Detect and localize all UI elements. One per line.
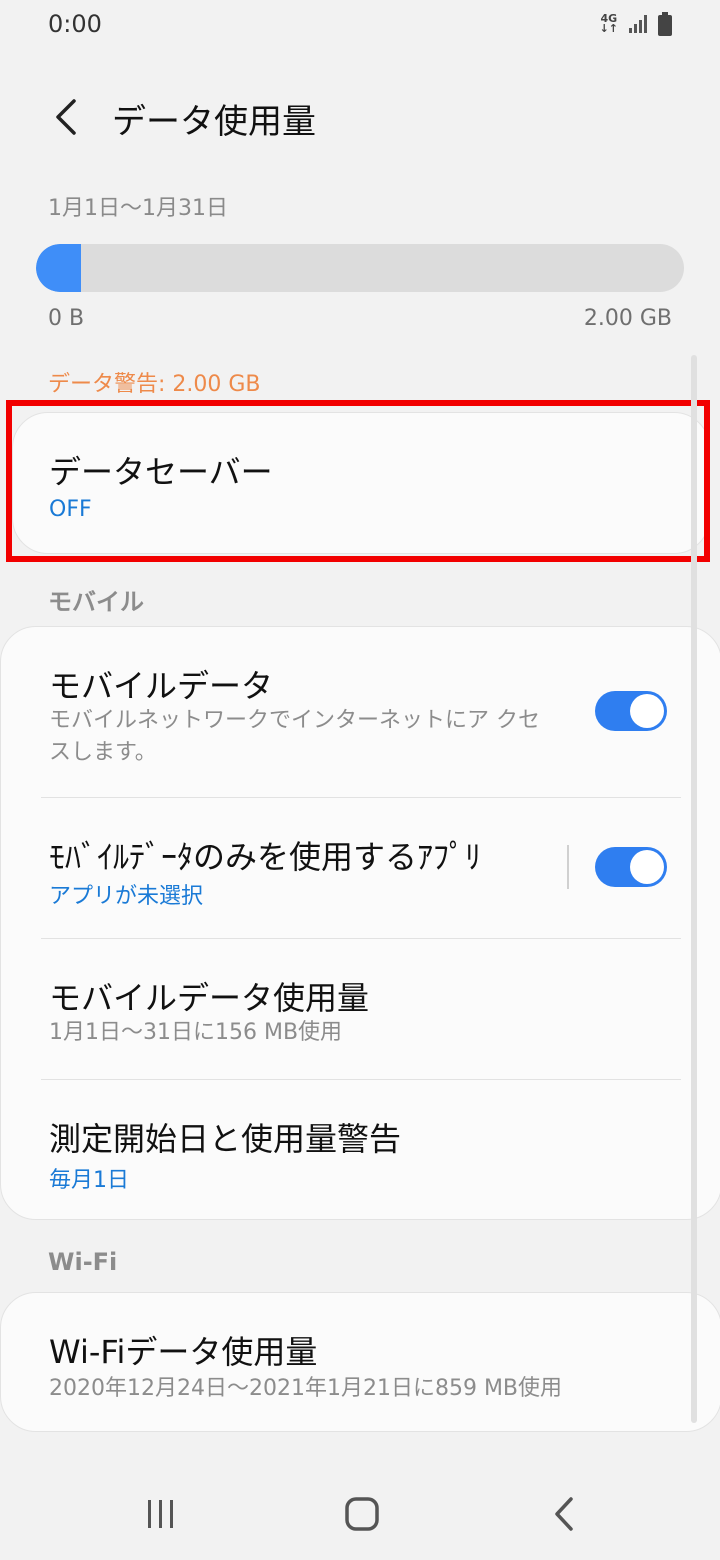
usage-min-label: 0 B bbox=[48, 306, 85, 331]
usage-progress-bar bbox=[36, 244, 684, 292]
mobile-only-apps-item[interactable]: ﾓﾊﾞｲﾙﾃﾞｰﾀのみを使用するｱﾌﾟﾘ アプリが未選択 bbox=[1, 798, 561, 938]
mobile-only-apps-title: ﾓﾊﾞｲﾙﾃﾞｰﾀのみを使用するｱﾌﾟﾘ bbox=[49, 838, 482, 876]
signal-icon bbox=[629, 15, 647, 33]
usage-max-label: 2.00 GB bbox=[583, 306, 672, 331]
highlight-box bbox=[6, 400, 710, 562]
back-button[interactable] bbox=[40, 90, 90, 144]
network-4g-icon: 4G ↓↑ bbox=[599, 12, 618, 35]
mobile-data-usage-title: モバイルデータ使用量 bbox=[49, 979, 370, 1017]
wifi-usage-title: Wi-Fiデータ使用量 bbox=[49, 1333, 318, 1371]
mobile-data-description: モバイルネットワークでインターネットにア クセスします。 bbox=[49, 708, 540, 765]
nav-back-button[interactable] bbox=[524, 1484, 604, 1544]
usage-progress-fill bbox=[36, 244, 82, 292]
mobile-data-usage-item[interactable]: モバイルデータ使用量 1月1日〜31日に156 MB使用 bbox=[1, 939, 720, 1079]
data-warning-label: データ警告: 2.00 GB bbox=[48, 372, 261, 397]
status-time: 0:00 bbox=[48, 10, 102, 38]
battery-icon bbox=[658, 12, 672, 36]
billing-cycle-item[interactable]: 測定開始日と使用量警告 毎月1日 bbox=[1, 1080, 720, 1219]
mobile-only-apps-toggle[interactable] bbox=[595, 847, 667, 887]
mobile-only-apps-status: アプリが未選択 bbox=[49, 884, 204, 909]
mobile-data-usage-subtitle: 1月1日〜31日に156 MB使用 bbox=[49, 1020, 343, 1045]
wifi-data-usage-item[interactable]: Wi-Fiデータ使用量 2020年12月24日〜2021年1月21日に859 M… bbox=[1, 1293, 720, 1431]
scrollbar[interactable] bbox=[691, 355, 697, 1423]
wifi-card: Wi-Fiデータ使用量 2020年12月24日〜2021年1月21日に859 M… bbox=[0, 1292, 720, 1432]
mobile-data-item[interactable]: モバイルデータ モバイルネットワークでインターネットにア クセスします。 bbox=[1, 627, 720, 797]
billing-cycle-title: 測定開始日と使用量警告 bbox=[49, 1120, 402, 1158]
mobile-section-label: モバイル bbox=[48, 588, 144, 616]
recent-apps-button[interactable] bbox=[121, 1484, 201, 1544]
mobile-data-toggle[interactable] bbox=[595, 691, 667, 731]
recent-apps-icon bbox=[148, 1500, 173, 1528]
home-button[interactable] bbox=[322, 1484, 402, 1544]
home-icon bbox=[345, 1497, 379, 1531]
wifi-section-label: Wi-Fi bbox=[48, 1248, 118, 1276]
wifi-usage-subtitle: 2020年12月24日〜2021年1月21日に859 MB使用 bbox=[49, 1376, 563, 1401]
billing-cycle-value: 毎月1日 bbox=[49, 1168, 129, 1193]
mobile-card: モバイルデータ モバイルネットワークでインターネットにア クセスします。 ﾓﾊﾞ… bbox=[0, 626, 720, 1220]
page-title: データ使用量 bbox=[112, 102, 316, 142]
mobile-data-title: モバイルデータ bbox=[49, 667, 274, 705]
back-icon bbox=[555, 1497, 573, 1531]
vertical-separator bbox=[567, 845, 569, 889]
usage-period: 1月1日〜1月31日 bbox=[48, 196, 228, 221]
status-icons: 4G ↓↑ bbox=[600, 12, 672, 36]
chevron-left-icon bbox=[56, 99, 76, 135]
